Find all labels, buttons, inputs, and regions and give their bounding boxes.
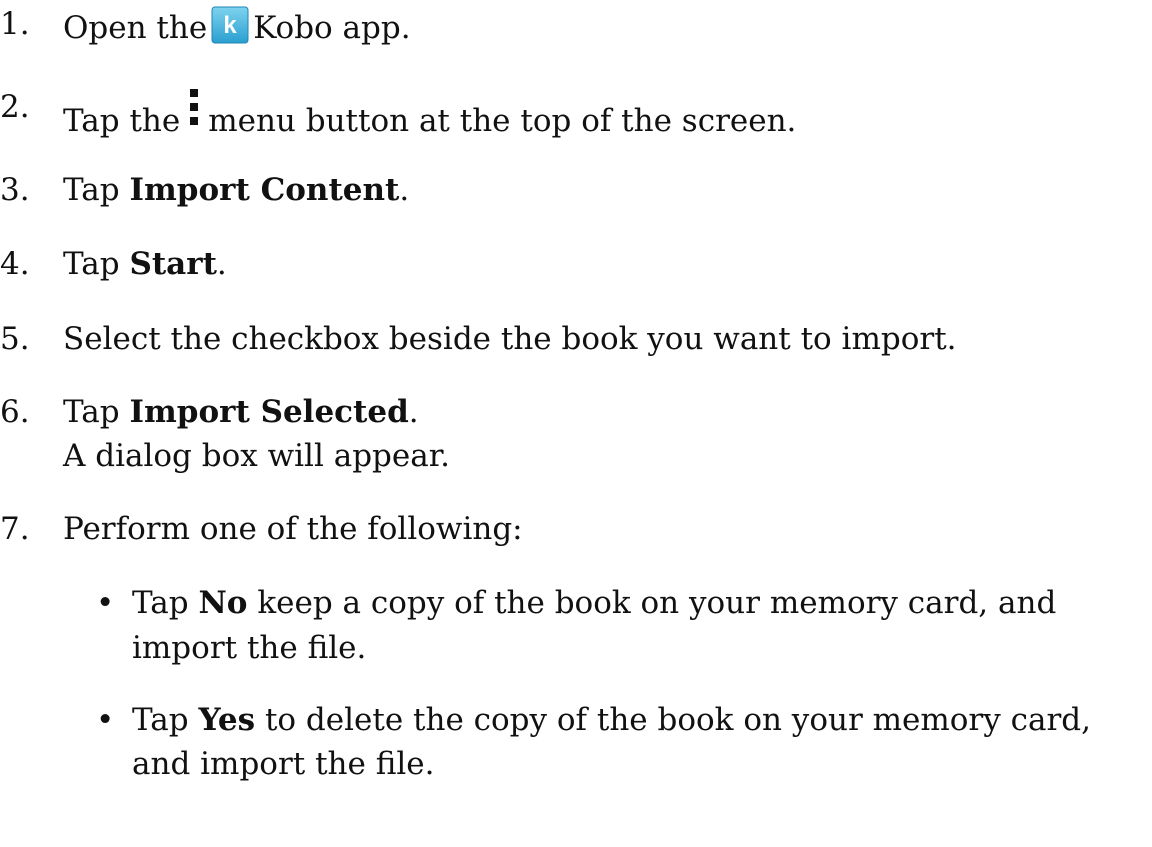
step-text-before: Tap: [63, 172, 120, 208]
option-text-before: Tap: [132, 702, 189, 738]
ui-label-yes: Yes: [198, 702, 256, 738]
kobo-icon-letter: k: [224, 12, 238, 39]
step-text-after: .: [399, 172, 410, 208]
step-number: 7.: [0, 511, 30, 547]
ui-label-no: No: [198, 585, 248, 621]
step-text-before: Open the: [63, 10, 208, 46]
step-number: 5.: [0, 321, 30, 357]
step-text: Tap Import Content.: [63, 172, 409, 209]
step-text-before: Tap: [63, 394, 120, 430]
ui-label-start: Start: [129, 246, 217, 282]
step-text: Tap the menu button at the top of the scr…: [63, 89, 796, 140]
option-text-line1: Tap No keep a copy of the book on your m…: [132, 585, 1056, 622]
option-text-after: keep a copy of the book on your memory c…: [257, 585, 1057, 621]
step-text: Select the checkbox beside the book you …: [63, 321, 957, 357]
instructions-document: 1. Open the k Kobo app. 2. Tap the menu but…: [0, 0, 1152, 847]
option-text-after: to delete the copy of the book on your m…: [264, 702, 1091, 738]
bullet-icon: •: [96, 585, 115, 621]
ui-label-import-content: Import Content: [129, 172, 400, 208]
step-number: 2.: [0, 89, 30, 125]
option-text-line2: and import the file.: [132, 746, 435, 782]
bullet-icon: •: [96, 702, 115, 738]
step-text: Tap Start.: [63, 246, 227, 283]
option-text-line1: Tap Yes to delete the copy of the book o…: [132, 702, 1091, 739]
step-text-after: .: [408, 394, 419, 430]
vertical-ellipsis-menu-icon: [188, 89, 200, 135]
step-text-after: .: [216, 246, 227, 282]
step-text: Open the k Kobo app.: [63, 6, 411, 47]
step-text: Perform one of the following:: [63, 511, 523, 547]
step-number: 6.: [0, 394, 30, 430]
step-number: 3.: [0, 172, 30, 208]
step-text: Tap Import Selected.: [63, 394, 419, 431]
step-6-note: A dialog box will appear.: [63, 438, 451, 474]
step-number: 1.: [0, 6, 30, 42]
step-text-after: Kobo app.: [253, 10, 411, 46]
kobo-app-icon: k: [211, 6, 249, 44]
step-text-after: menu button at the top of the screen.: [208, 103, 797, 139]
step-number: 4.: [0, 246, 30, 282]
ui-label-import-selected: Import Selected: [129, 394, 409, 430]
option-text-before: Tap: [132, 585, 189, 621]
option-text-line2: import the file.: [132, 630, 367, 666]
step-text-before: Tap: [63, 246, 120, 282]
step-text-before: Tap the: [63, 103, 181, 139]
